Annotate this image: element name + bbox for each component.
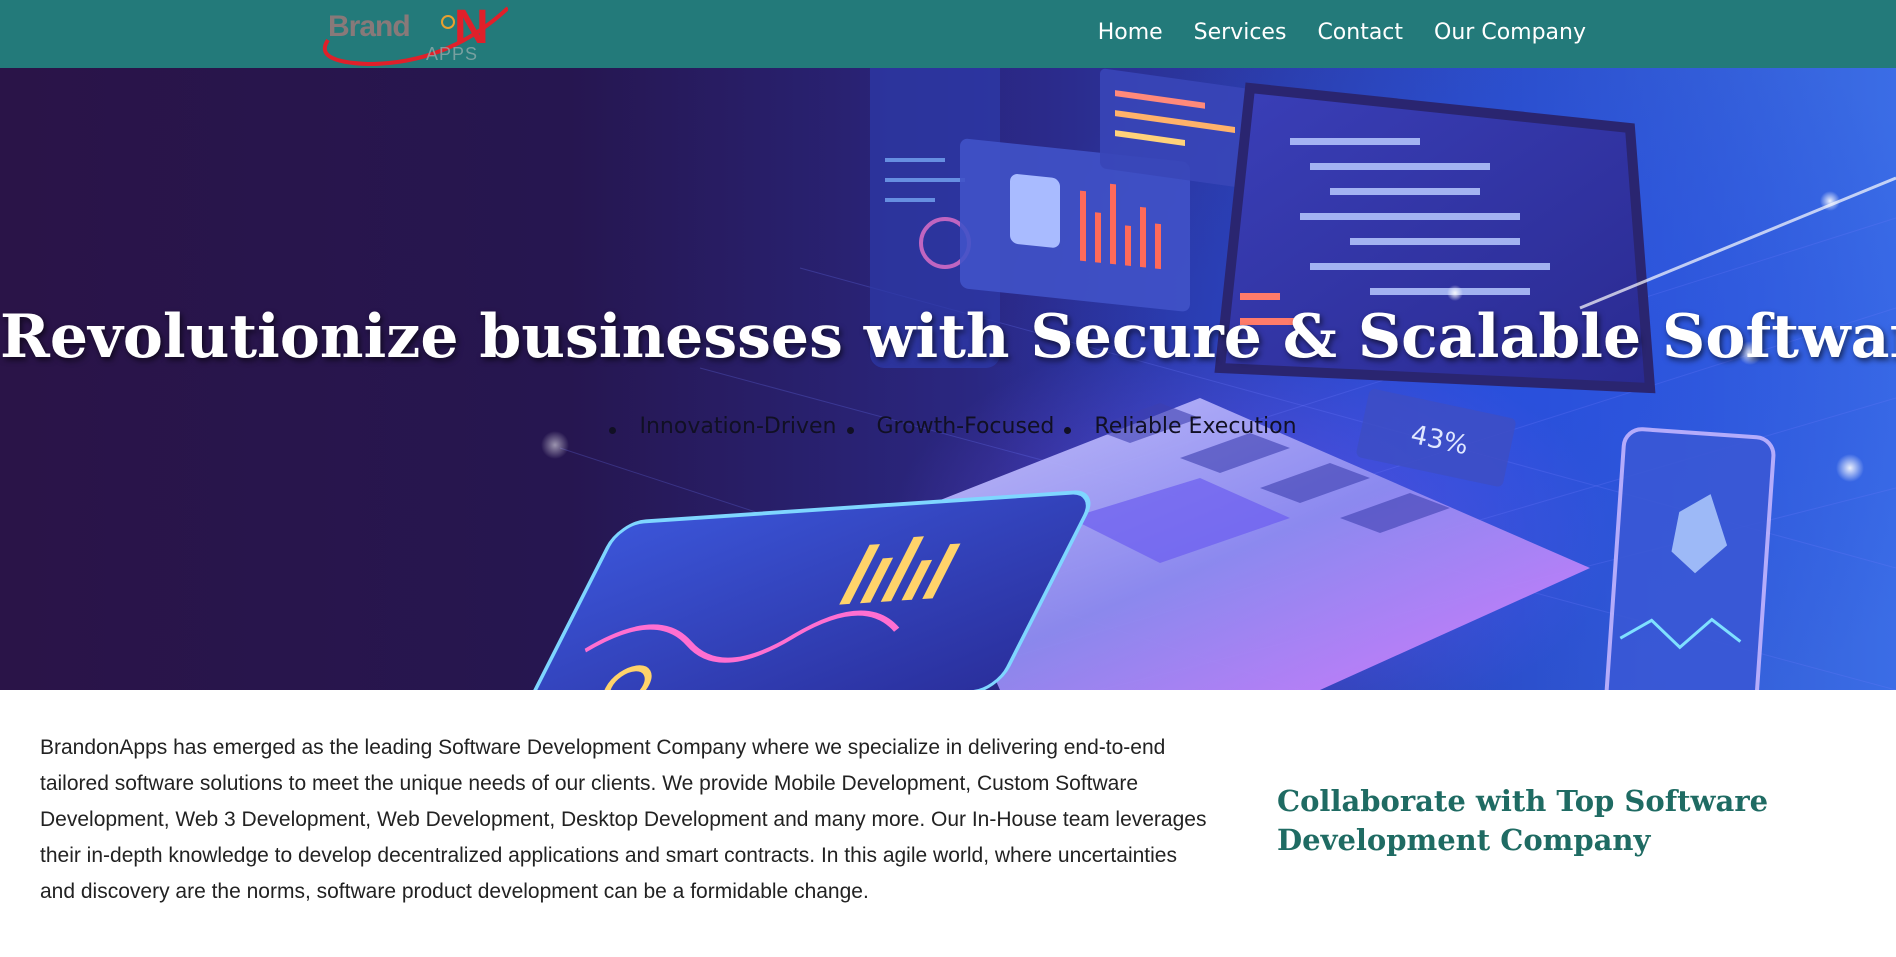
logo-apps-text: APPS [426, 44, 479, 64]
hero-banner: 43% Revolutionize businesses with Secure… [0, 68, 1896, 690]
bullet-reliable-execution: Reliable Execution [1054, 412, 1297, 442]
nav-home[interactable]: Home [1098, 18, 1163, 48]
logo-brand-text: Brand [328, 10, 411, 43]
hero-title: Revolutionize businesses with Secure & S… [0, 302, 1896, 372]
bullet-growth-focused: Growth-Focused [837, 412, 1054, 442]
bullet-innovation-driven: Innovation-Driven [599, 412, 837, 442]
nav-our-company[interactable]: Our Company [1434, 18, 1586, 48]
brand-logo[interactable]: Brand N APPS [308, 0, 508, 68]
top-navbar: Brand N APPS Home Services Contact Our C… [0, 0, 1896, 68]
hero-bullet-list: Innovation-Driven Growth-Focused Reliabl… [0, 412, 1896, 442]
main-nav: Home Services Contact Our Company [1067, 18, 1586, 48]
nav-services[interactable]: Services [1194, 18, 1287, 48]
about-paragraph: BrandonApps has emerged as the leading S… [40, 736, 1207, 903]
collaborate-heading: Collaborate with Top Software Developmen… [1277, 784, 1769, 857]
hero-illustration: 43% [525, 68, 1896, 690]
nav-contact[interactable]: Contact [1317, 18, 1403, 48]
